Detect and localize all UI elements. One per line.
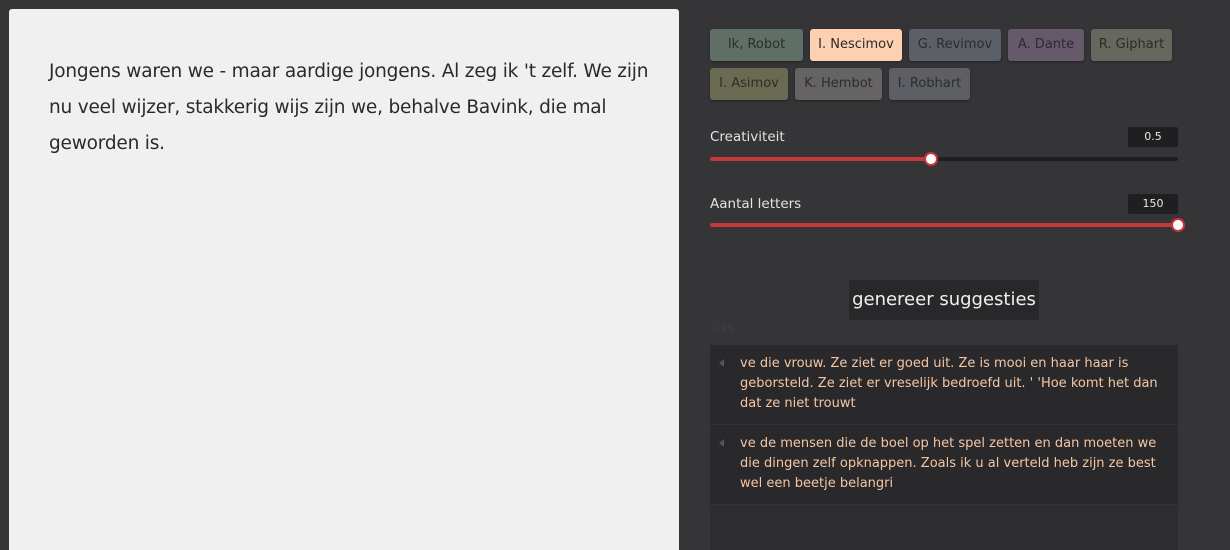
- creativity-label: Creativiteit: [710, 129, 785, 145]
- suggestion-item[interactable]: ve de mensen die de boel op het spel zet…: [710, 425, 1178, 505]
- suggestion-text: ve de mensen die de boel op het spel zet…: [740, 436, 1157, 491]
- faint-value-label: 0.25: [710, 322, 735, 335]
- suggestion-item[interactable]: ve die vrouw. Ze ziet er goed uit. Ze is…: [710, 345, 1178, 425]
- generate-suggestions-button[interactable]: genereer suggesties: [849, 280, 1039, 320]
- letters-slider-thumb[interactable]: [1171, 218, 1185, 232]
- editor-text[interactable]: Jongens waren we - maar aardige jongens.…: [49, 54, 649, 162]
- control-panel: Ik, Robot I. Nescimov G. Revimov A. Dant…: [710, 0, 1185, 550]
- letters-value: 150: [1128, 194, 1178, 214]
- letters-label: Aantal letters: [710, 196, 802, 212]
- letters-slider[interactable]: [710, 218, 1185, 232]
- author-button-g-revimov[interactable]: G. Revimov: [909, 29, 1001, 61]
- caret-left-icon: [719, 439, 724, 447]
- creativity-value: 0.5: [1128, 127, 1178, 147]
- suggestions-list: ve die vrouw. Ze ziet er goed uit. Ze is…: [710, 345, 1178, 550]
- suggestion-text: ve die vrouw. Ze ziet er goed uit. Ze is…: [740, 356, 1158, 411]
- creativity-slider-fill: [710, 157, 932, 161]
- author-button-i-asimov[interactable]: I. Asimov: [710, 68, 788, 100]
- author-button-ik-robot[interactable]: Ik, Robot: [710, 29, 803, 61]
- creativity-slider-thumb[interactable]: [924, 152, 939, 166]
- author-button-i-robhart[interactable]: I. Robhart: [889, 68, 970, 100]
- text-editor[interactable]: Jongens waren we - maar aardige jongens.…: [9, 9, 679, 550]
- author-button-r-giphart[interactable]: R. Giphart: [1091, 29, 1172, 61]
- author-button-i-nescimov[interactable]: I. Nescimov: [810, 29, 902, 61]
- creativity-slider[interactable]: [710, 152, 1178, 166]
- author-button-k-hembot[interactable]: K. Hembot: [795, 68, 882, 100]
- letters-slider-fill: [710, 223, 1178, 227]
- author-button-a-dante[interactable]: A. Dante: [1008, 29, 1084, 61]
- caret-left-icon: [719, 359, 724, 367]
